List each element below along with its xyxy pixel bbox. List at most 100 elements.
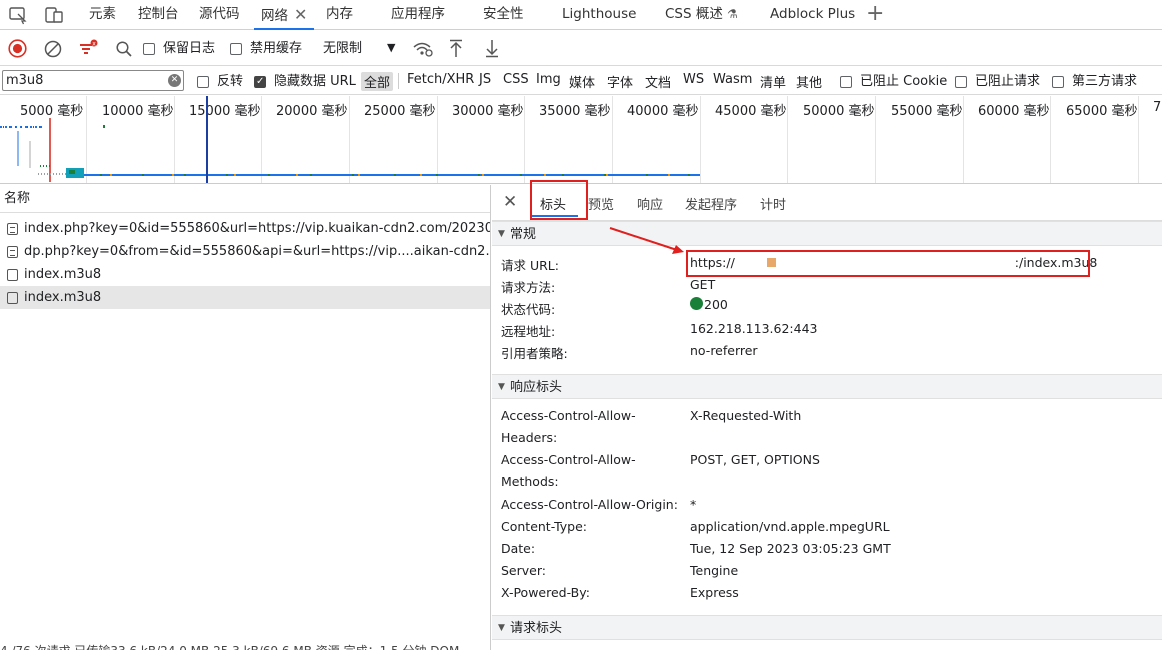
add-tab-icon[interactable]: + xyxy=(866,0,884,30)
tab-sources[interactable]: 源代码 xyxy=(199,0,240,30)
invert-checkbox[interactable] xyxy=(197,75,209,88)
preserve-log-option[interactable]: 保留日志 xyxy=(143,41,215,56)
request-row-selected[interactable]: index.m3u8 xyxy=(0,286,490,309)
status-dot-icon xyxy=(690,297,703,310)
request-headers-section-header[interactable]: ▼ 请求标头 xyxy=(492,615,1162,640)
filter-bar: ✕ 反转 隐藏数据 URL 全部 Fetch/XHR JS CSS Img 媒体… xyxy=(0,67,1162,95)
close-details-icon[interactable]: ✕ xyxy=(503,194,517,211)
import-har-icon[interactable] xyxy=(448,39,464,61)
filter-type-doc[interactable]: 文档 xyxy=(645,72,671,91)
tab-network[interactable]: 网络 ✕ xyxy=(254,0,315,30)
tab-css-overview[interactable]: CSS 概述 ⚗ xyxy=(665,0,738,30)
expand-triangle-icon: ▼ xyxy=(498,382,505,392)
filter-type-ws[interactable]: WS xyxy=(683,72,704,87)
tab-network-label: 网络 xyxy=(261,8,288,24)
preserve-log-label: 保留日志 xyxy=(162,41,215,56)
request-list-panel: 名称 index.php?key=0&id=555860&url=https:/… xyxy=(0,185,491,650)
tab-preview[interactable]: 预览 xyxy=(588,194,614,213)
third-party-option[interactable]: 第三方请求 xyxy=(1052,74,1137,89)
tab-initiator[interactable]: 发起程序 xyxy=(685,194,737,213)
blocked-cookies-option[interactable]: 已阻止 Cookie xyxy=(840,74,947,89)
header-key: Server: xyxy=(501,563,546,578)
device-toolbar-icon[interactable] xyxy=(44,0,64,30)
preserve-log-checkbox[interactable] xyxy=(143,42,155,55)
grid-line xyxy=(963,96,964,183)
name-column-header[interactable]: 名称 xyxy=(0,185,490,213)
invert-option[interactable]: 反转 xyxy=(197,74,243,89)
filter-type-js[interactable]: JS xyxy=(479,72,491,87)
header-value: * xyxy=(690,497,697,512)
document-icon xyxy=(7,223,18,235)
hide-data-urls-checkbox[interactable] xyxy=(254,75,266,89)
header-key: Access-Control-Allow-Origin: xyxy=(501,497,678,512)
search-icon[interactable] xyxy=(115,40,133,61)
tab-response[interactable]: 响应 xyxy=(637,194,663,213)
filter-icon[interactable]: x xyxy=(78,39,100,60)
divider xyxy=(398,73,399,89)
request-row[interactable]: index.m3u8 xyxy=(0,263,490,286)
tab-application[interactable]: 应用程序 xyxy=(391,0,445,30)
tab-memory[interactable]: 内存 xyxy=(326,0,353,30)
general-section-header[interactable]: ▼ 常规 xyxy=(492,221,1162,246)
filter-type-fetch-xhr[interactable]: Fetch/XHR xyxy=(407,72,474,87)
timeline-tick: 55000 毫秒 xyxy=(891,104,963,119)
tab-css-overview-label: CSS 概述 xyxy=(665,6,723,22)
close-icon[interactable]: ✕ xyxy=(294,5,307,24)
filter-type-media[interactable]: 媒体 xyxy=(569,72,595,91)
timeline-overview[interactable]: 5000 毫秒 10000 毫秒 15000 毫秒 20000 毫秒 25000… xyxy=(0,96,1162,184)
filter-type-wasm[interactable]: Wasm xyxy=(713,72,752,87)
filter-type-css[interactable]: CSS xyxy=(503,72,529,87)
filter-type-all[interactable]: 全部 xyxy=(361,72,394,91)
disable-cache-checkbox[interactable] xyxy=(230,42,242,55)
header-key: X-Powered-By: xyxy=(501,585,590,600)
header-value: application/vnd.apple.mpegURL xyxy=(690,519,890,534)
throttling-select[interactable]: 无限制 ▼ xyxy=(317,38,401,58)
blocked-cookies-label: 已阻止 Cookie xyxy=(859,74,948,89)
filter-type-other[interactable]: 其他 xyxy=(796,72,822,91)
network-conditions-icon[interactable] xyxy=(412,40,434,61)
annotation-box xyxy=(530,180,588,220)
response-headers-title: 响应标头 xyxy=(510,380,563,395)
clear-icon[interactable] xyxy=(44,40,62,61)
remote-address-value: 162.218.113.62:443 xyxy=(690,321,818,336)
grid-line xyxy=(1138,96,1139,183)
request-name: dp.php?key=0&from=&id=555860&api=&url=ht… xyxy=(24,244,490,259)
request-row[interactable]: dp.php?key=0&from=&id=555860&api=&url=ht… xyxy=(0,240,490,263)
blocked-requests-option[interactable]: 已阻止请求 xyxy=(955,74,1040,89)
timeline-tick: 50000 毫秒 xyxy=(803,104,875,119)
tab-console[interactable]: 控制台 xyxy=(138,0,179,30)
clear-filter-icon[interactable]: ✕ xyxy=(168,74,181,87)
flask-icon: ⚗ xyxy=(727,7,738,21)
blocked-cookies-checkbox[interactable] xyxy=(840,75,852,88)
hide-data-urls-option[interactable]: 隐藏数据 URL xyxy=(254,74,356,89)
referrer-policy-value: no-referrer xyxy=(690,343,758,358)
disable-cache-option[interactable]: 禁用缓存 xyxy=(230,41,302,56)
svg-text:x: x xyxy=(92,41,96,48)
export-har-icon[interactable] xyxy=(484,39,500,61)
document-icon xyxy=(7,246,18,258)
blocked-requests-label: 已阻止请求 xyxy=(974,74,1040,89)
tab-lighthouse[interactable]: Lighthouse xyxy=(562,0,636,30)
response-headers-section-header[interactable]: ▼ 响应标头 xyxy=(492,374,1162,399)
inspect-element-icon[interactable] xyxy=(8,0,28,30)
filter-type-img[interactable]: Img xyxy=(536,72,561,87)
status-code-text: 200 xyxy=(704,297,728,312)
tab-elements[interactable]: 元素 xyxy=(89,0,116,30)
general-section-title: 常规 xyxy=(510,227,537,242)
tab-adblock-plus[interactable]: Adblock Plus xyxy=(770,0,855,30)
timeline-tick: 70 xyxy=(1153,100,1162,115)
filter-type-font[interactable]: 字体 xyxy=(607,72,633,91)
filter-input[interactable] xyxy=(2,70,184,91)
third-party-checkbox[interactable] xyxy=(1052,75,1064,88)
tab-security[interactable]: 安全性 xyxy=(483,0,524,30)
header-key: Access-Control-Allow- xyxy=(501,408,636,423)
header-key: Date: xyxy=(501,541,536,556)
tab-timing[interactable]: 计时 xyxy=(760,194,786,213)
record-stop-icon[interactable] xyxy=(8,39,27,61)
request-row[interactable]: index.php?key=0&id=555860&url=https://vi… xyxy=(0,217,490,240)
request-name: index.php?key=0&id=555860&url=https://vi… xyxy=(24,221,490,236)
header-value: Tue, 12 Sep 2023 03:05:23 GMT xyxy=(690,541,891,556)
filter-type-manifest[interactable]: 清单 xyxy=(760,72,786,91)
hide-data-urls-label: 隐藏数据 URL xyxy=(273,74,356,89)
blocked-requests-checkbox[interactable] xyxy=(955,75,967,88)
